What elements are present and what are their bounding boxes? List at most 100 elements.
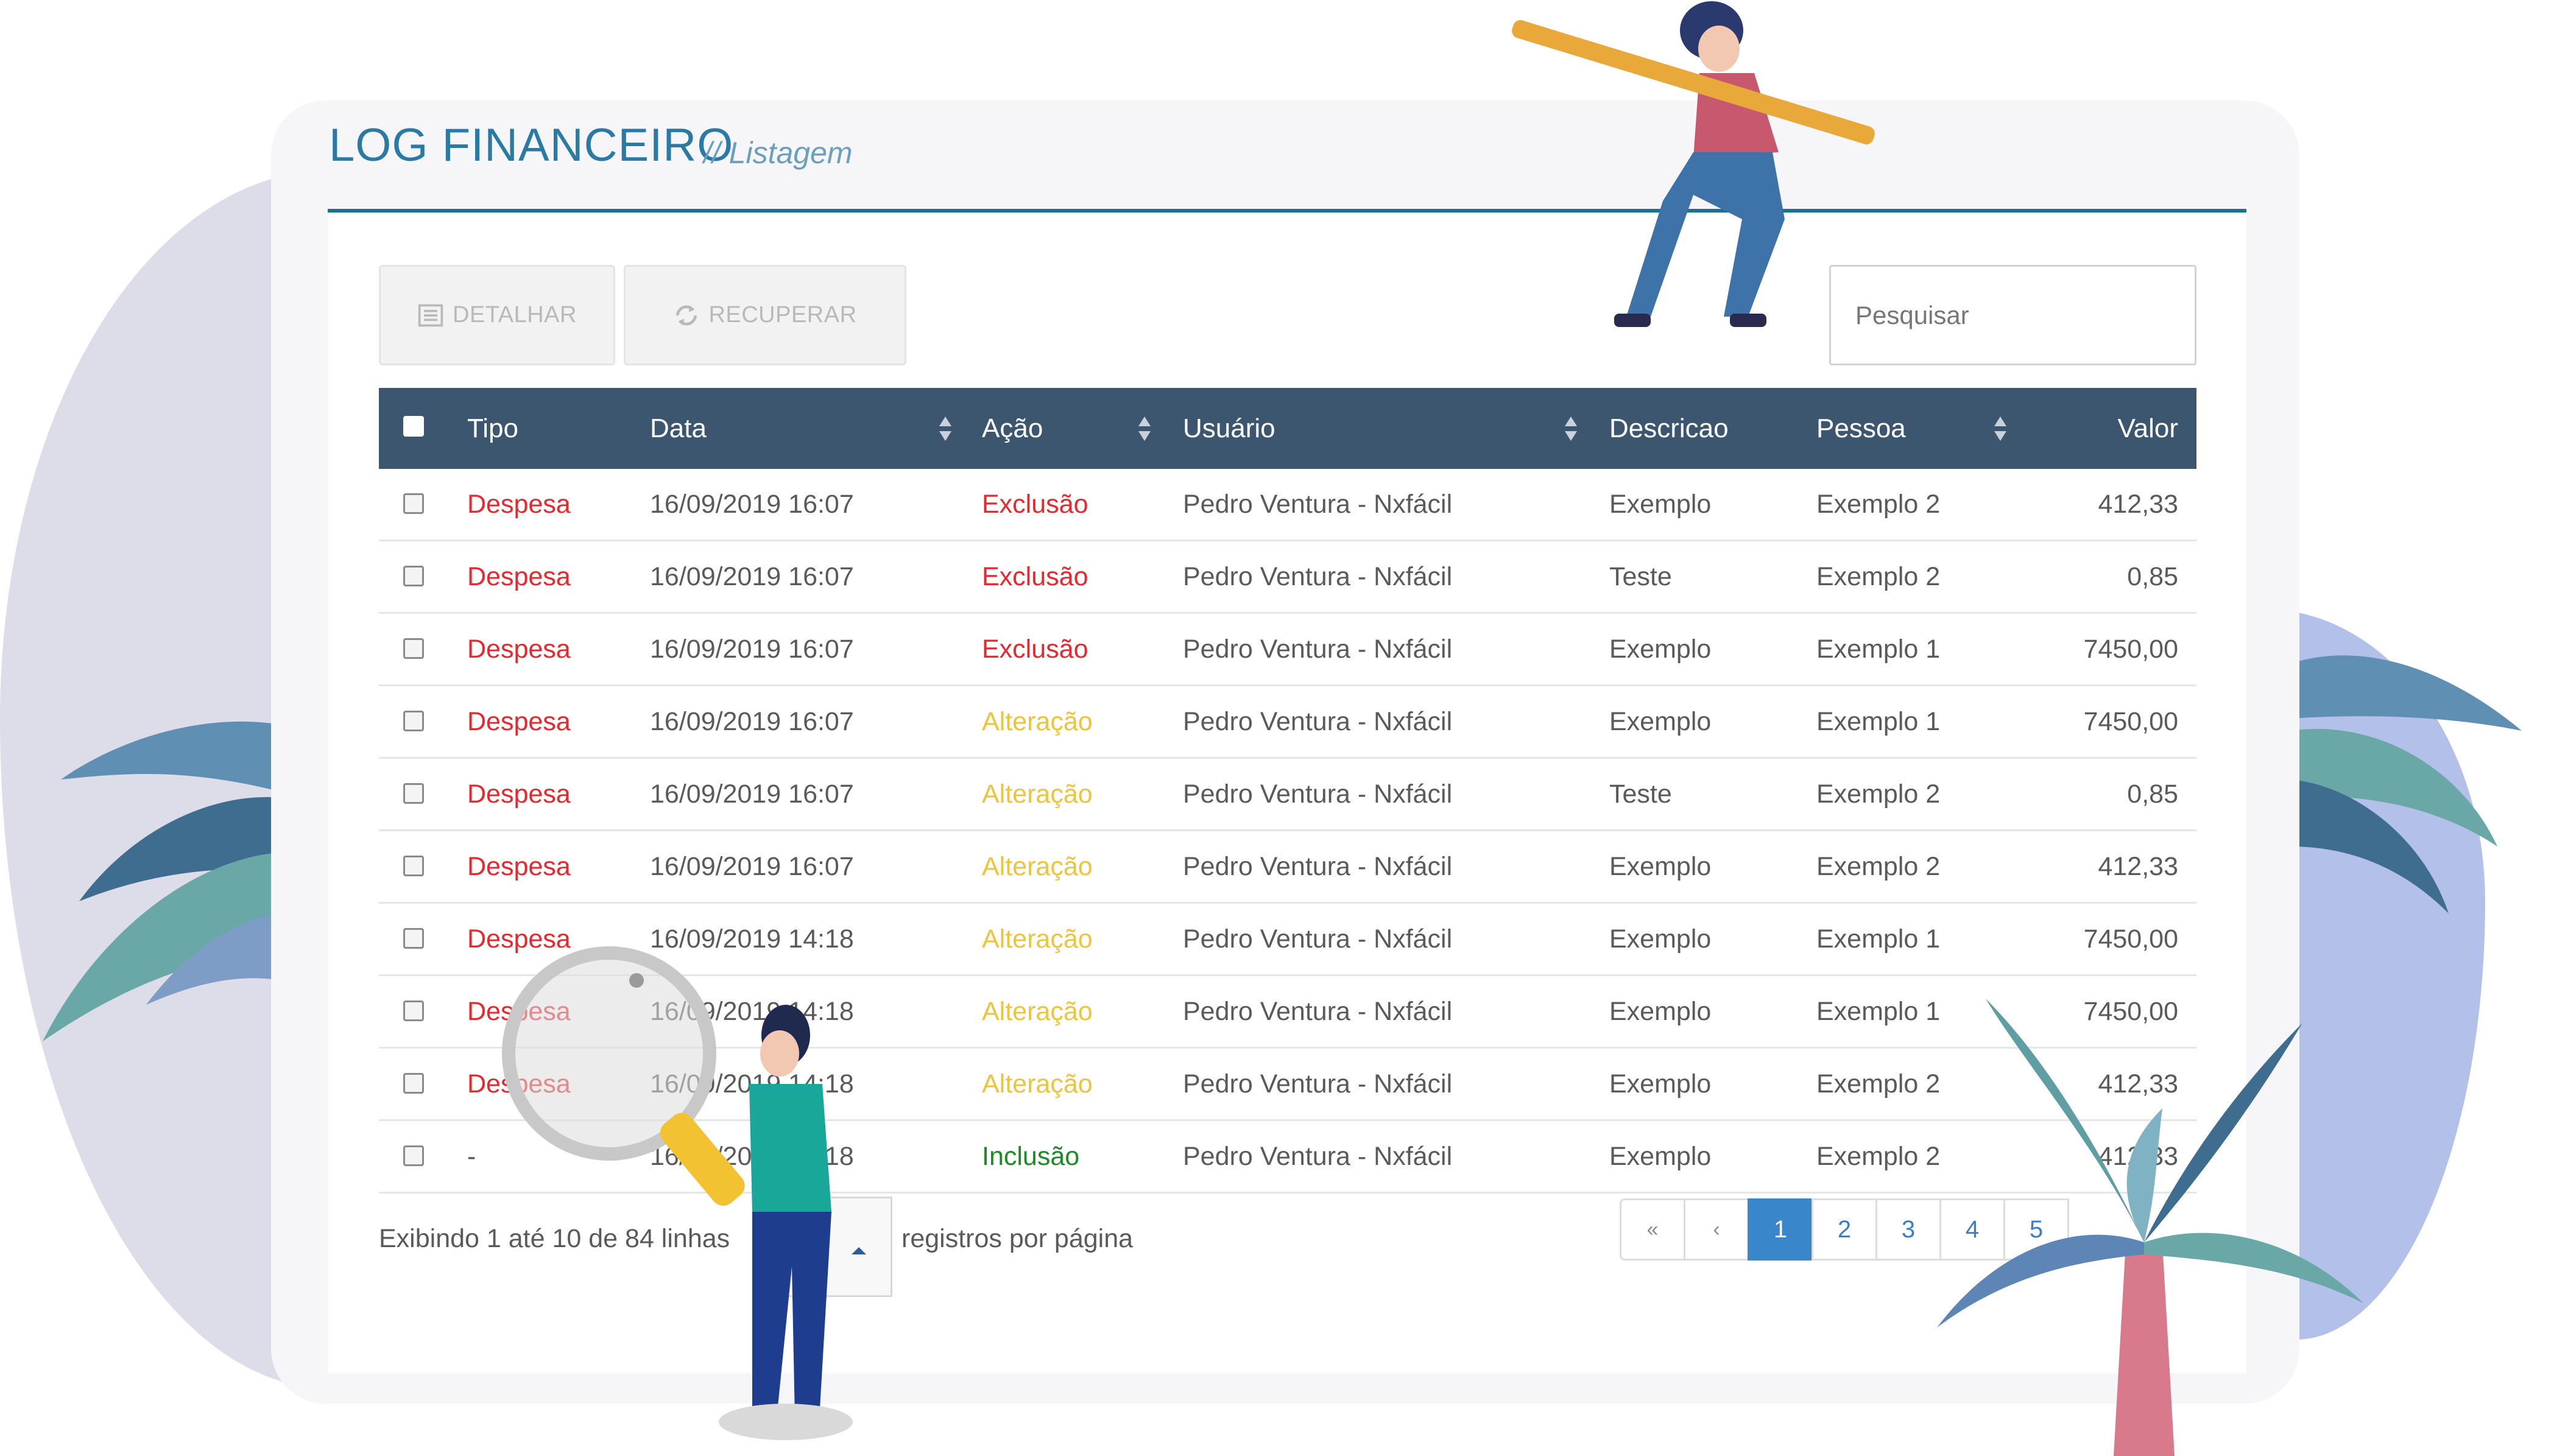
cell-usuario: Pedro Ventura - Nxfácil [1183, 779, 1453, 809]
person-with-magnifier-illustration [502, 946, 853, 1440]
plant-leaves-right-illustration [2290, 655, 2522, 913]
cell-descricao: Exemplo [1609, 634, 1712, 664]
cell-pessoa: Exemplo 2 [1816, 851, 1941, 881]
sort-icon[interactable] [1993, 413, 2008, 444]
cell-descricao: Exemplo [1609, 924, 1712, 954]
table-row[interactable]: Despesa 16/09/2019 16:07 Exclusão Pedro Ven… [379, 469, 2196, 541]
list-icon [418, 304, 443, 326]
detalhar-label: DETALHAR [453, 302, 577, 328]
detalhar-button[interactable]: DETALHAR [379, 265, 615, 365]
cell-descricao: Exemplo [1609, 1069, 1712, 1099]
column-header-usuario[interactable]: Usuário [1183, 388, 1275, 469]
cell-descricao: Teste [1609, 779, 1672, 809]
column-header-tipo[interactable]: Tipo [467, 388, 518, 469]
row-checkbox[interactable] [403, 493, 424, 514]
table-header: Tipo Data Ação Usuário Descricao Pessoa … [379, 388, 2196, 469]
column-header-pessoa[interactable]: Pessoa [1816, 388, 1906, 469]
cell-acao: Alteração [982, 851, 1093, 881]
table-row[interactable]: Despesa 16/09/2019 16:07 Exclusão Pedro Ven… [379, 614, 2196, 686]
cell-data: 16/09/2019 16:07 [650, 489, 854, 519]
cell-tipo: Despesa [467, 561, 571, 591]
select-all-checkbox[interactable] [403, 416, 424, 437]
cell-usuario: Pedro Ventura - Nxfácil [1183, 634, 1453, 664]
column-header-data[interactable]: Data [650, 388, 707, 469]
cell-valor: 7450,00 [2083, 634, 2178, 664]
palm-tree-illustration [1937, 999, 2363, 1456]
row-checkbox[interactable] [403, 638, 424, 659]
cell-tipo: - [467, 1141, 476, 1171]
cell-acao: Exclusão [982, 489, 1088, 519]
plant-leaves-left-illustration [43, 721, 280, 1041]
cell-usuario: Pedro Ventura - Nxfácil [1183, 706, 1453, 736]
cell-pessoa: Exemplo 1 [1816, 924, 1941, 954]
row-checkbox[interactable] [403, 856, 424, 876]
cell-pessoa: Exemplo 2 [1816, 561, 1941, 591]
row-checkbox[interactable] [403, 566, 424, 586]
page-2-button[interactable]: 2 [1811, 1198, 1877, 1261]
cell-data: 16/09/2019 16:07 [650, 634, 854, 664]
refresh-icon [676, 305, 697, 325]
cell-acao: Alteração [982, 779, 1093, 809]
cell-descricao: Exemplo [1609, 706, 1712, 736]
cell-data: 16/09/2019 16:07 [650, 706, 854, 736]
cell-pessoa: Exemplo 1 [1816, 706, 1941, 736]
recuperar-label: RECUPERAR [708, 302, 857, 328]
cell-valor: 7450,00 [2083, 924, 2178, 954]
row-checkbox[interactable] [403, 1145, 424, 1166]
cell-descricao: Teste [1609, 561, 1672, 591]
cell-tipo: Despesa [467, 634, 571, 664]
cell-data: 16/09/2019 16:07 [650, 561, 854, 591]
cell-tipo: Despesa [467, 779, 571, 809]
cell-tipo: Despesa [467, 851, 571, 881]
cell-valor: 0,85 [2127, 779, 2178, 809]
cell-descricao: Exemplo [1609, 851, 1712, 881]
sort-icon[interactable] [1564, 413, 1578, 444]
cell-acao: Exclusão [982, 634, 1088, 664]
cell-acao: Inclusão [982, 1141, 1080, 1171]
cell-pessoa: Exemplo 1 [1816, 634, 1941, 664]
cell-data: 16/09/2019 16:07 [650, 851, 854, 881]
cell-tipo: Despesa [467, 489, 571, 519]
cell-usuario: Pedro Ventura - Nxfácil [1183, 851, 1453, 881]
sort-icon[interactable] [938, 413, 953, 444]
page-prev-button[interactable]: ‹ [1684, 1198, 1749, 1261]
page-subtitle: // Listagem [704, 136, 853, 170]
cell-usuario: Pedro Ventura - Nxfácil [1183, 561, 1453, 591]
cell-data: 16/09/2019 16:07 [650, 779, 854, 809]
cell-descricao: Exemplo [1609, 489, 1712, 519]
table-row[interactable]: Despesa 16/09/2019 16:07 Alteração Pedro Ve… [379, 759, 2196, 831]
table-row[interactable]: Despesa 16/09/2019 16:07 Alteração Pedro Ve… [379, 831, 2196, 904]
cell-tipo: Despesa [467, 706, 571, 736]
cell-acao: Alteração [982, 1069, 1093, 1099]
table-row[interactable]: Despesa 16/09/2019 16:07 Alteração Pedro Ve… [379, 686, 2196, 759]
cell-descricao: Exemplo [1609, 1141, 1712, 1171]
table-row[interactable]: Despesa 16/09/2019 16:07 Exclusão Pedro Ven… [379, 541, 2196, 614]
cell-valor: 412,33 [2098, 489, 2178, 519]
cell-valor: 7450,00 [2083, 706, 2178, 736]
row-checkbox[interactable] [403, 1073, 424, 1094]
cell-valor: 412,33 [2098, 851, 2178, 881]
person-with-pencil-illustration [1512, 1, 1875, 327]
page-title: LOG FINANCEIRO [329, 119, 734, 171]
cell-pessoa: Exemplo 2 [1816, 779, 1941, 809]
cell-acao: Alteração [982, 706, 1093, 736]
row-checkbox[interactable] [403, 928, 424, 949]
column-header-descricao[interactable]: Descricao [1609, 388, 1729, 469]
row-checkbox[interactable] [403, 711, 424, 731]
column-header-valor[interactable]: Valor [2118, 388, 2178, 469]
sort-icon[interactable] [1137, 413, 1152, 444]
cell-descricao: Exemplo [1609, 996, 1712, 1026]
page-first-button[interactable]: « [1620, 1198, 1685, 1261]
column-header-acao[interactable]: Ação [982, 388, 1043, 469]
row-checkbox[interactable] [403, 783, 424, 804]
recuperar-button[interactable]: RECUPERAR [624, 265, 906, 365]
cell-usuario: Pedro Ventura - Nxfácil [1183, 1069, 1453, 1099]
title-divider [328, 209, 2246, 213]
cell-usuario: Pedro Ventura - Nxfácil [1183, 1141, 1453, 1171]
page-1-button[interactable]: 1 [1748, 1198, 1813, 1261]
row-checkbox[interactable] [403, 1001, 424, 1021]
cell-usuario: Pedro Ventura - Nxfácil [1183, 489, 1453, 519]
cell-pessoa: Exemplo 2 [1816, 489, 1941, 519]
cell-usuario: Pedro Ventura - Nxfácil [1183, 996, 1453, 1026]
cell-acao: Alteração [982, 924, 1093, 954]
